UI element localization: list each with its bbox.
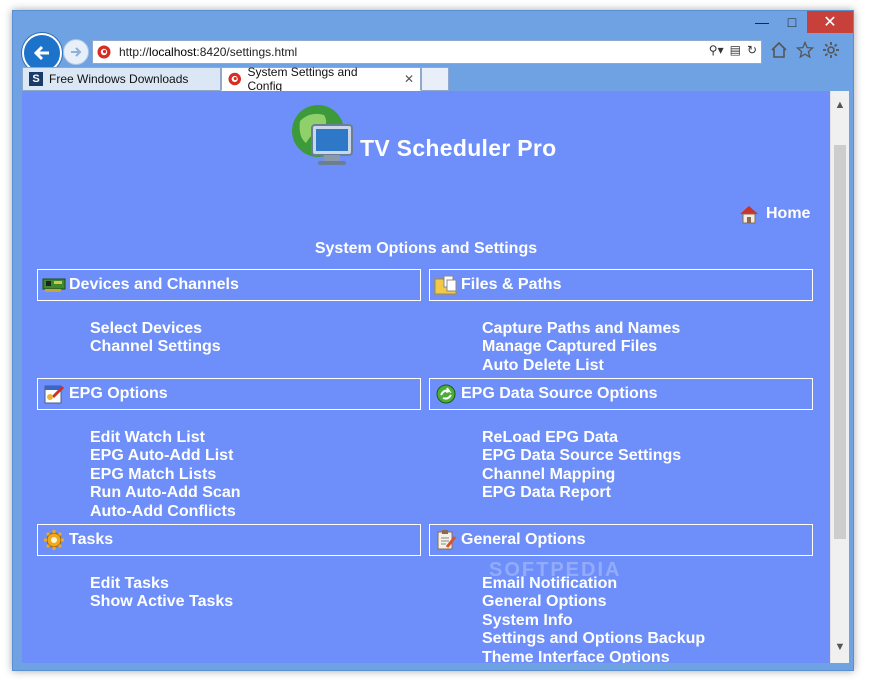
link-run-auto-add-scan[interactable]: Run Auto-Add Scan xyxy=(90,484,241,502)
browser-toolbar xyxy=(769,39,841,61)
link-channel-settings[interactable]: Channel Settings xyxy=(90,338,221,356)
scroll-down-icon[interactable]: ▼ xyxy=(831,637,849,657)
softpedia-favicon-icon: S xyxy=(29,72,43,86)
home-link[interactable]: Home xyxy=(738,204,810,224)
devices-and-channels-links: Select Devices Channel Settings xyxy=(90,320,221,357)
tab-label: System Settings and Config xyxy=(247,65,358,93)
panel-epg-data-source-options: EPG Data Source Options xyxy=(429,378,813,410)
link-edit-tasks[interactable]: Edit Tasks xyxy=(90,575,233,593)
tab-bar: S Free Windows Downloads System Settings… xyxy=(22,65,449,93)
epg-data-source-links: ReLoad EPG Data EPG Data Source Settings… xyxy=(482,429,681,503)
url-scheme: http:// xyxy=(119,45,150,59)
data-source-icon xyxy=(433,383,459,405)
site-favicon-icon xyxy=(228,72,241,86)
minimize-button[interactable]: — xyxy=(747,11,777,33)
link-auto-add-conflicts[interactable]: Auto-Add Conflicts xyxy=(90,503,241,521)
link-manage-captured-files[interactable]: Manage Captured Files xyxy=(482,338,680,356)
settings-gear-icon[interactable] xyxy=(821,39,841,61)
app-header: TV Scheduler Pro xyxy=(290,103,590,175)
gear-icon xyxy=(41,529,67,551)
page-heading: System Options and Settings xyxy=(314,240,538,257)
panel-title: EPG Options xyxy=(69,385,168,402)
network-card-icon xyxy=(41,274,67,296)
url-text[interactable]: http://localhost:8420/settings.html xyxy=(119,45,297,59)
link-system-info[interactable]: System Info xyxy=(482,612,705,630)
back-arrow-icon xyxy=(33,45,49,61)
vertical-scrollbar[interactable]: ▲ ▼ xyxy=(830,91,849,663)
home-icon xyxy=(740,206,758,224)
tab-close-icon[interactable]: ✕ xyxy=(404,72,414,86)
url-host: localhost xyxy=(149,45,197,59)
browser-window: — □ ✕ http://localhost:8420/settings.htm… xyxy=(12,10,854,671)
site-favicon-icon xyxy=(97,45,111,59)
link-epg-data-report[interactable]: EPG Data Report xyxy=(482,484,681,502)
epg-options-links: Edit Watch List EPG Auto-Add List EPG Ma… xyxy=(90,429,241,521)
link-capture-paths-and-names[interactable]: Capture Paths and Names xyxy=(482,320,680,338)
panel-epg-options: EPG Options xyxy=(37,378,421,410)
url-path: :8420/settings.html xyxy=(196,45,298,59)
address-tools: ⚲▾ ▤ ↻ xyxy=(709,43,757,57)
clipboard-pencil-icon xyxy=(433,529,459,551)
link-general-options[interactable]: General Options xyxy=(482,593,705,611)
address-bar[interactable]: http://localhost:8420/settings.html ⚲▾ ▤… xyxy=(92,40,762,64)
compat-view-icon[interactable]: ▤ xyxy=(730,43,741,57)
page-content: TV Scheduler Pro Home System Options and… xyxy=(22,91,830,663)
home-page-icon[interactable] xyxy=(769,39,789,61)
link-select-devices[interactable]: Select Devices xyxy=(90,320,221,338)
panel-files-and-paths: Files & Paths xyxy=(429,269,813,301)
link-epg-data-source-settings[interactable]: EPG Data Source Settings xyxy=(482,447,681,465)
panel-title: Files & Paths xyxy=(461,276,562,293)
link-channel-mapping[interactable]: Channel Mapping xyxy=(482,466,681,484)
tab-label: Free Windows Downloads xyxy=(49,72,189,86)
panel-title: EPG Data Source Options xyxy=(461,385,658,402)
globe-monitor-logo-icon xyxy=(292,105,353,165)
window-controls: — □ ✕ xyxy=(747,11,853,33)
link-show-active-tasks[interactable]: Show Active Tasks xyxy=(90,593,233,611)
link-reload-epg-data[interactable]: ReLoad EPG Data xyxy=(482,429,681,447)
link-auto-delete-list[interactable]: Auto Delete List xyxy=(482,357,680,375)
link-theme-interface-options[interactable]: Theme Interface Options xyxy=(482,649,705,663)
general-options-links: Email Notification General Options Syste… xyxy=(482,575,705,663)
new-tab-button[interactable] xyxy=(421,67,449,91)
close-button[interactable]: ✕ xyxy=(807,11,853,33)
epg-options-icon xyxy=(41,383,67,405)
forward-arrow-icon xyxy=(71,47,82,57)
link-epg-auto-add-list[interactable]: EPG Auto-Add List xyxy=(90,447,241,465)
scroll-up-icon[interactable]: ▲ xyxy=(831,95,849,115)
tasks-links: Edit Tasks Show Active Tasks xyxy=(90,575,233,612)
tab-system-settings[interactable]: System Settings and Config ✕ xyxy=(221,65,421,93)
panel-title: Devices and Channels xyxy=(69,276,239,293)
tab-free-windows-downloads[interactable]: S Free Windows Downloads xyxy=(22,67,221,91)
app-title: TV Scheduler Pro xyxy=(360,135,557,161)
softpedia-watermark: SOFTPEDIA xyxy=(489,559,622,581)
files-and-paths-links: Capture Paths and Names Manage Captured … xyxy=(482,320,680,375)
link-settings-and-options-backup[interactable]: Settings and Options Backup xyxy=(482,630,705,648)
panel-tasks: Tasks xyxy=(37,524,421,556)
home-link-label: Home xyxy=(766,205,811,222)
maximize-button[interactable]: □ xyxy=(777,11,807,33)
link-epg-match-lists[interactable]: EPG Match Lists xyxy=(90,466,241,484)
panel-title: Tasks xyxy=(69,531,114,548)
panel-title: General Options xyxy=(461,531,586,548)
panel-general-options: General Options xyxy=(429,524,813,556)
panel-devices-and-channels: Devices and Channels xyxy=(37,269,421,301)
refresh-icon[interactable]: ↻ xyxy=(747,43,757,57)
link-edit-watch-list[interactable]: Edit Watch List xyxy=(90,429,241,447)
scrollbar-thumb[interactable] xyxy=(834,145,846,539)
favorites-star-icon[interactable] xyxy=(795,39,815,61)
search-icon[interactable]: ⚲▾ xyxy=(709,43,724,57)
forward-button[interactable] xyxy=(63,39,89,65)
folder-files-icon xyxy=(433,274,459,296)
